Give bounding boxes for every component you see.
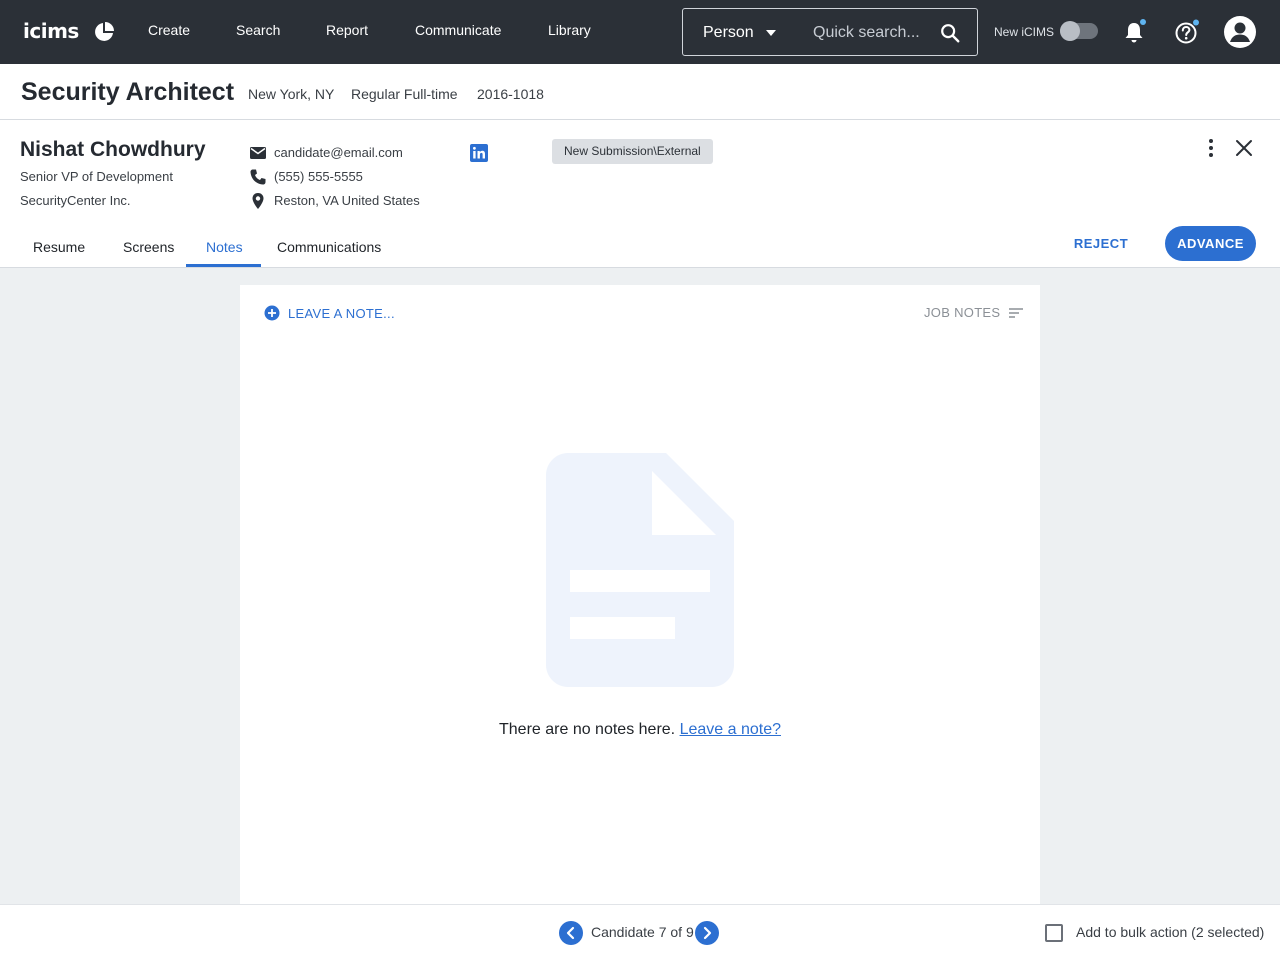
search-type-select[interactable]: Person [703, 24, 754, 42]
icims-logo[interactable]: icims [23, 19, 79, 43]
nav-communicate[interactable]: Communicate [415, 22, 501, 38]
bulk-action-checkbox[interactable] [1045, 924, 1063, 942]
candidate-company: SecurityCenter Inc. [20, 193, 131, 208]
email-icon [250, 147, 266, 159]
job-notes-label: JOB NOTES [924, 305, 1001, 320]
job-title[interactable]: Security Architect [21, 78, 234, 107]
bulk-action-label: Add to bulk action (2 selected) [1076, 924, 1265, 940]
nav-create[interactable]: Create [148, 22, 190, 38]
notes-panel: LEAVE A NOTE... JOB NOTES There are no n… [240, 285, 1040, 904]
leave-note-link[interactable]: Leave a note? [680, 721, 781, 738]
job-notes-filter[interactable]: JOB NOTES [924, 305, 1024, 320]
tab-screens[interactable]: Screens [123, 239, 174, 255]
previous-candidate-icon[interactable] [559, 921, 583, 945]
location-pin-icon [252, 193, 264, 209]
tab-resume[interactable]: Resume [33, 239, 85, 255]
new-icims-label: New iCIMS [994, 25, 1055, 39]
status-badge[interactable]: New Submission\External [552, 139, 713, 164]
nav-search[interactable]: Search [236, 22, 280, 38]
search-icon[interactable] [939, 22, 961, 44]
dashboard-pie-icon[interactable] [94, 22, 114, 42]
job-location: New York, NY [248, 86, 335, 102]
empty-document-icon [546, 453, 734, 687]
leave-note-label: LEAVE A NOTE... [288, 305, 395, 321]
candidate-email[interactable]: candidate@email.com [274, 145, 403, 160]
notification-bell-icon[interactable] [1122, 19, 1146, 45]
add-circle-icon [264, 305, 280, 321]
job-type: Regular Full-time [351, 86, 458, 102]
nav-report[interactable]: Report [326, 22, 368, 38]
linkedin-icon[interactable] [470, 144, 488, 162]
toggle-knob [1060, 21, 1080, 41]
candidate-title: Senior VP of Development [20, 169, 173, 184]
help-icon[interactable] [1174, 19, 1200, 45]
leave-note-button[interactable]: LEAVE A NOTE... [264, 303, 395, 323]
phone-icon [250, 169, 266, 185]
candidate-phone[interactable]: (555) 555-5555 [274, 169, 363, 184]
notes-toolbar: LEAVE A NOTE... JOB NOTES [240, 285, 1040, 341]
new-icims-toggle[interactable] [1060, 21, 1098, 41]
job-id: 2016-1018 [477, 86, 544, 102]
more-options-icon[interactable] [1202, 138, 1220, 158]
user-avatar-icon[interactable] [1223, 15, 1257, 49]
chevron-down-icon[interactable] [766, 30, 776, 36]
job-header: Security Architect New York, NY Regular … [0, 64, 1280, 120]
candidate-footer: Candidate 7 of 9 Add to bulk action (2 s… [0, 904, 1280, 960]
tab-communications[interactable]: Communications [277, 239, 381, 255]
close-icon[interactable] [1234, 138, 1254, 158]
advance-button[interactable]: ADVANCE [1165, 226, 1256, 261]
empty-notes-text: There are no notes here. [499, 721, 676, 738]
nav-library[interactable]: Library [548, 22, 591, 38]
candidate-location: Reston, VA United States [274, 193, 420, 208]
quick-search-box: Person [682, 8, 978, 56]
candidate-name[interactable]: Nishat Chowdhury [20, 138, 206, 162]
quick-search-input[interactable] [813, 21, 928, 45]
candidate-position: Candidate 7 of 9 [591, 924, 694, 940]
tab-notes[interactable]: Notes [206, 239, 243, 255]
top-navbar: icims Create Search Report Communicate L… [0, 0, 1280, 64]
filter-sort-icon [1009, 307, 1024, 318]
empty-notes-message: There are no notes here. Leave a note? [240, 721, 1040, 739]
next-candidate-icon[interactable] [695, 921, 719, 945]
reject-button[interactable]: REJECT [1064, 226, 1138, 260]
